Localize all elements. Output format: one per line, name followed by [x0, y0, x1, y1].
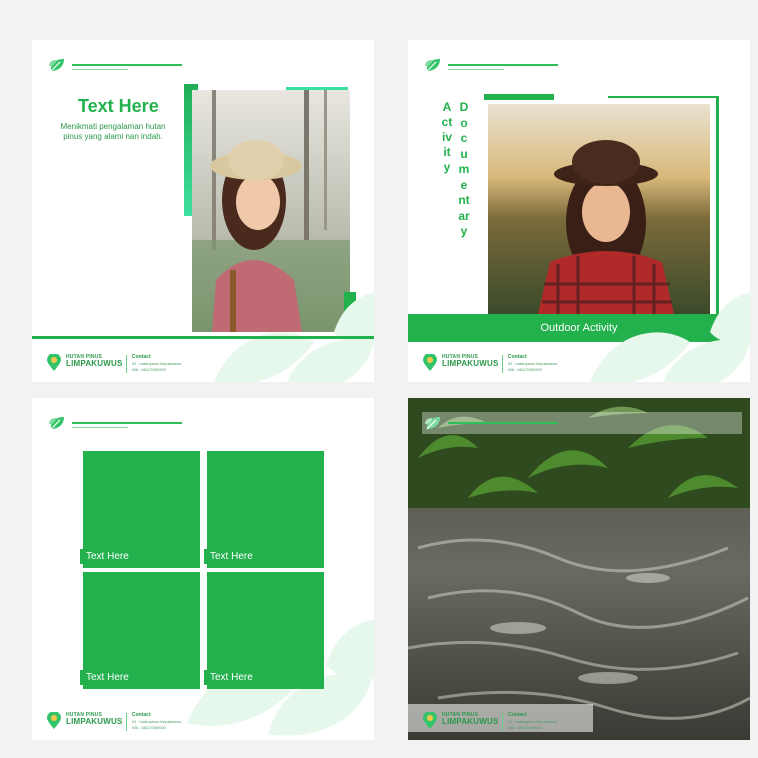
footer-contact-label: Contact	[132, 712, 151, 718]
card-body-text: Menikmati pengalaman hutan pinus yang al…	[60, 122, 166, 141]
card-footer: HUTAN PINUS LIMPAKUWUS Contact IG : huta…	[32, 348, 374, 382]
footer-contact-line1: IG : hutanpinus limpakuwus	[132, 361, 182, 366]
post-card-river-photo[interactable]: HUTAN PINUS LIMPAKUWUS Contact IG : huta…	[408, 398, 750, 740]
footer-contact-label: Contact	[508, 354, 527, 360]
header-line	[72, 64, 182, 66]
footer-contact-label: Contact	[508, 712, 527, 718]
location-leaf-logo-icon	[47, 354, 61, 371]
header-line-thin	[72, 69, 128, 70]
footer-contact-label: Contact	[132, 354, 151, 360]
vertical-word-activity: Activity	[441, 100, 453, 174]
footer-brand-main: LIMPAKUWUS	[66, 359, 123, 368]
footer-contact-line2: WA : 08127600000	[132, 725, 166, 730]
card-footer: HUTAN PINUS LIMPAKUWUS Contact IG : huta…	[408, 706, 750, 740]
river-photo	[408, 398, 750, 740]
card-title: Text Here	[78, 96, 159, 116]
tile-label: Text Here	[204, 549, 259, 564]
tile-label: Text Here	[80, 670, 135, 685]
leaf-icon	[49, 417, 64, 430]
card-footer: HUTAN PINUS LIMPAKUWUS Contact IG : huta…	[32, 706, 374, 740]
footer-contact-line2: WA : 08127600000	[132, 367, 166, 372]
grid-tile[interactable]: Text Here	[80, 451, 200, 568]
header-line	[448, 422, 558, 424]
accent-frame-top	[608, 96, 718, 98]
tile-label: Text Here	[204, 670, 259, 685]
footer-divider-line	[32, 336, 374, 339]
post-card-grid[interactable]: Text Here Text Here Text Here Text Here …	[32, 398, 374, 740]
footer-contact-line2: WA : 08127600000	[508, 367, 542, 372]
header-line-thin	[448, 69, 504, 70]
location-leaf-logo-icon	[47, 712, 61, 729]
header-line	[448, 64, 558, 66]
tile-label: Text Here	[80, 549, 135, 564]
post-card-text-photo[interactable]: Text Here Menikmati pengalaman hutan pin…	[32, 40, 374, 382]
grid-tile[interactable]: Text Here	[204, 451, 324, 568]
grid-tile[interactable]: Text Here	[204, 572, 324, 689]
header-line	[72, 422, 182, 424]
location-leaf-logo-icon	[423, 354, 437, 371]
vertical-word-documentary: Documentary	[458, 100, 470, 238]
footer-contact-line2: WA : 08127600000	[508, 725, 542, 730]
footer-brand-main: LIMPAKUWUS	[66, 717, 123, 726]
footer-brand-main: LIMPAKUWUS	[442, 717, 499, 726]
header-line-thin	[72, 427, 128, 428]
leaf-icon	[425, 59, 440, 72]
location-leaf-logo-icon	[423, 712, 437, 729]
grid-tile[interactable]: Text Here	[80, 572, 200, 689]
post-card-documentary[interactable]: Activity Documentary Outdoor Activity HU…	[408, 40, 750, 382]
footer-divider	[126, 713, 127, 731]
footer-brand-main: LIMPAKUWUS	[442, 359, 499, 368]
footer-contact-line1: IG : hutanpinus limpakuwus	[508, 361, 558, 366]
footer-contact-line1: IG : hutanpinus limpakuwus	[508, 719, 558, 724]
footer-divider	[502, 355, 503, 373]
leaf-icon	[49, 59, 64, 72]
footer-divider	[126, 355, 127, 373]
accent-bar-top	[484, 94, 554, 100]
footer-contact-line1: IG : hutanpinus limpakuwus	[132, 719, 182, 724]
card-footer: HUTAN PINUS LIMPAKUWUS Contact IG : huta…	[408, 348, 750, 382]
footer-divider	[502, 713, 503, 731]
